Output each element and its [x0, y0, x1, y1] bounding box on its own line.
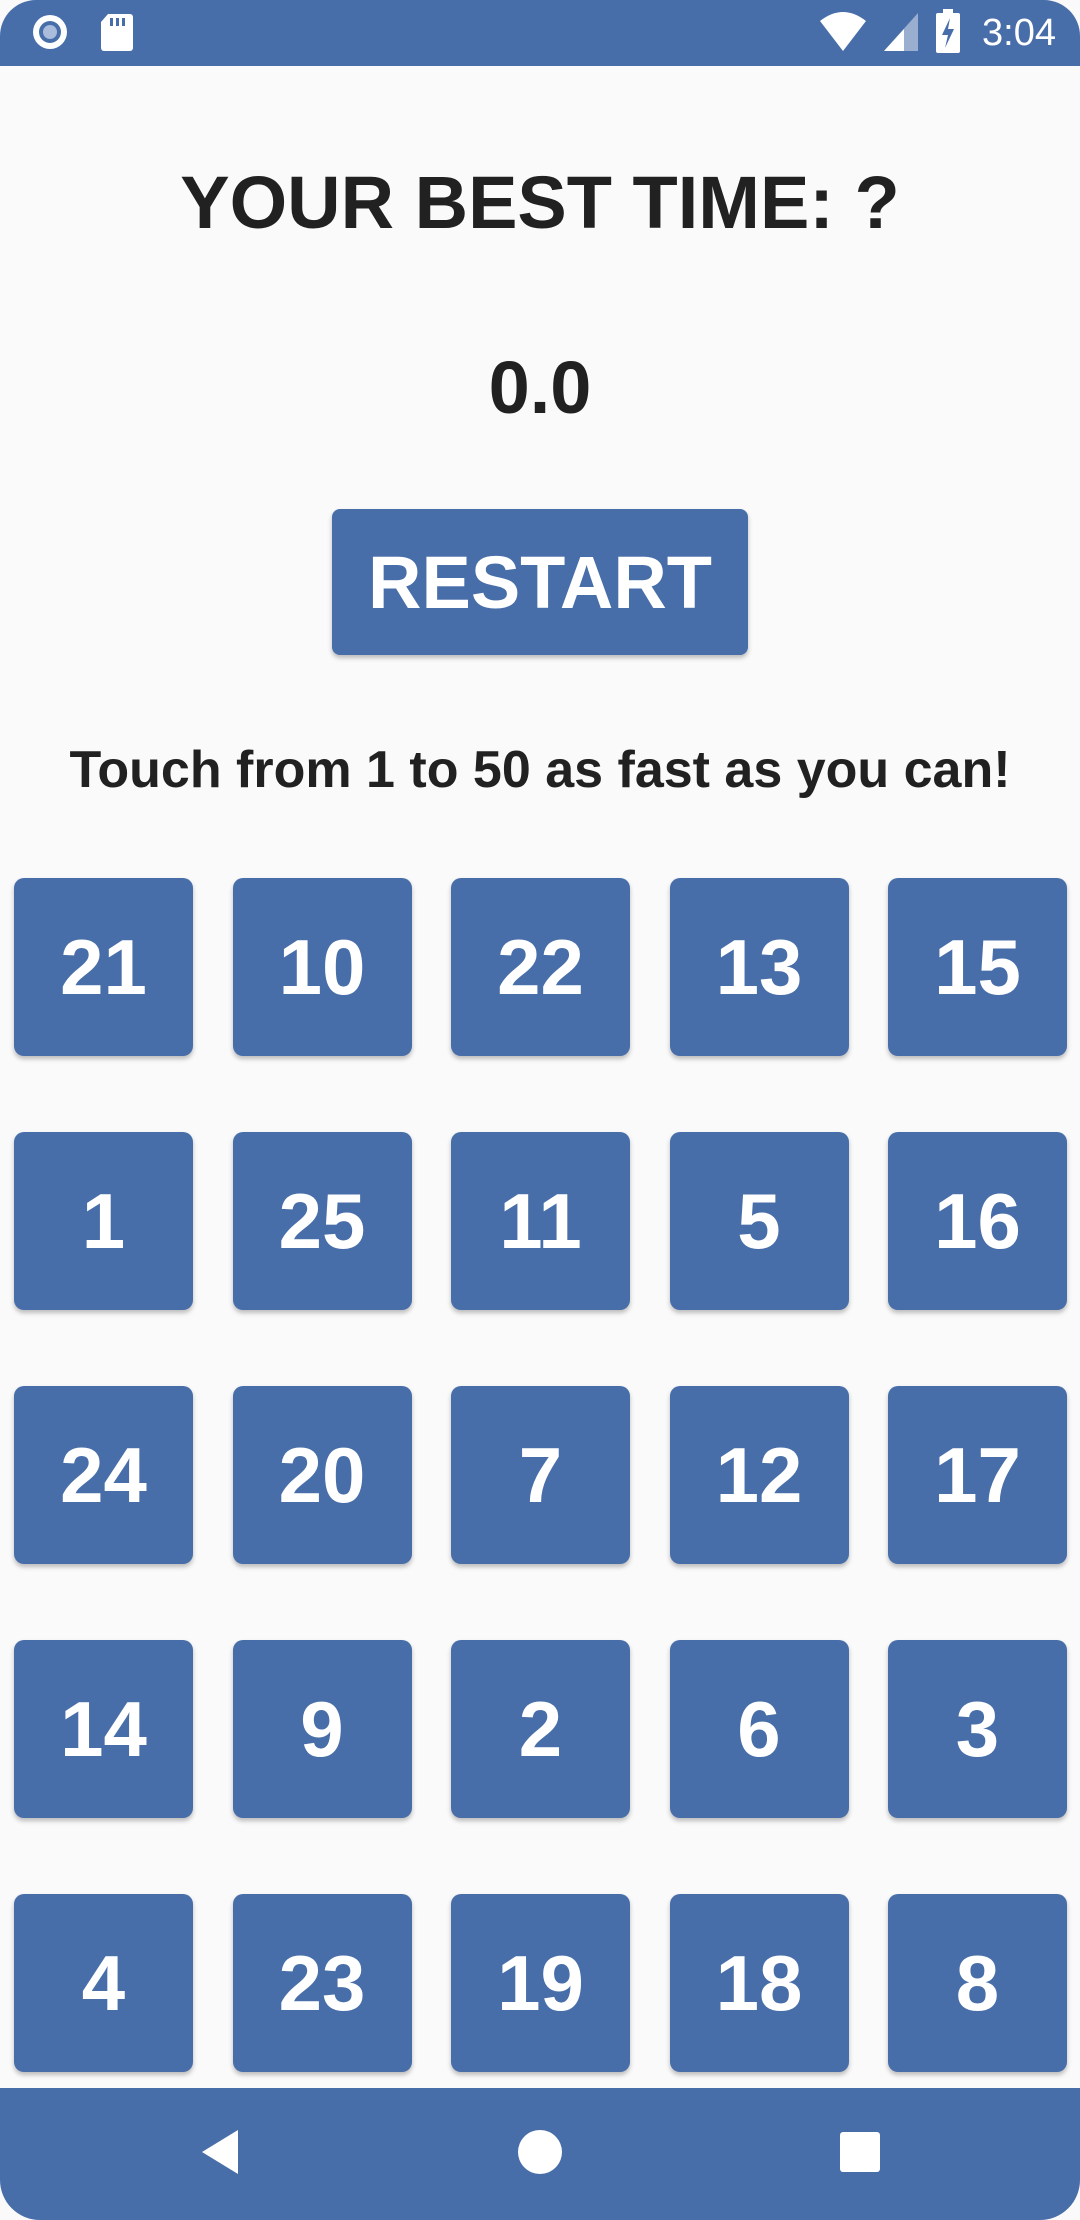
- number-tile[interactable]: 4: [14, 1894, 193, 2072]
- number-tile[interactable]: 12: [669, 1386, 849, 1564]
- number-tile[interactable]: 25: [232, 1132, 412, 1310]
- recents-icon: [838, 2130, 882, 2179]
- number-tile[interactable]: 15: [888, 878, 1067, 1056]
- number-tile[interactable]: 22: [451, 878, 630, 1056]
- number-tile[interactable]: 13: [669, 878, 849, 1056]
- status-time: 3:04: [982, 12, 1056, 54]
- number-tile[interactable]: 1: [14, 1132, 193, 1310]
- number-tile[interactable]: 5: [669, 1132, 849, 1310]
- battery-charging-icon: [934, 8, 962, 59]
- restart-button[interactable]: RESTART: [332, 509, 748, 655]
- number-tile[interactable]: 14: [14, 1640, 193, 1818]
- signal-icon: [882, 9, 920, 58]
- status-right-icons: 3:04: [818, 8, 1056, 59]
- instructions-text: Touch from 1 to 50 as fast as you can!: [69, 741, 1011, 799]
- wifi-icon: [818, 9, 868, 58]
- number-tile[interactable]: 19: [451, 1894, 630, 2072]
- sd-card-icon: [100, 12, 134, 57]
- home-icon: [516, 2128, 564, 2181]
- number-tile[interactable]: 2: [451, 1640, 630, 1818]
- number-tile[interactable]: 20: [232, 1386, 412, 1564]
- number-tile[interactable]: 11: [451, 1132, 630, 1310]
- number-grid: 21 10 22 13 15 1 25 11 5 16 24 20 7 12 1…: [14, 878, 1067, 2072]
- number-tile[interactable]: 23: [232, 1894, 412, 2072]
- number-tile[interactable]: 10: [232, 878, 412, 1056]
- back-button[interactable]: [140, 2088, 300, 2220]
- number-tile[interactable]: 9: [232, 1640, 412, 1818]
- number-tile[interactable]: 6: [669, 1640, 849, 1818]
- record-icon: [30, 12, 70, 57]
- timer-value: 0.0: [488, 346, 592, 429]
- number-tile[interactable]: 21: [14, 878, 193, 1056]
- back-icon: [198, 2128, 242, 2181]
- home-button[interactable]: [460, 2088, 620, 2220]
- number-tile[interactable]: 17: [888, 1386, 1067, 1564]
- status-bar: 3:04: [0, 0, 1080, 66]
- number-tile[interactable]: 16: [888, 1132, 1067, 1310]
- number-tile[interactable]: 24: [14, 1386, 193, 1564]
- number-tile[interactable]: 7: [451, 1386, 630, 1564]
- recents-button[interactable]: [780, 2088, 940, 2220]
- navigation-bar: [0, 2088, 1080, 2220]
- number-tile[interactable]: 3: [888, 1640, 1067, 1818]
- number-tile[interactable]: 18: [669, 1894, 849, 2072]
- status-left-icons: [30, 12, 134, 57]
- best-time-label: YOUR BEST TIME: ?: [180, 161, 900, 244]
- number-tile[interactable]: 8: [888, 1894, 1067, 2072]
